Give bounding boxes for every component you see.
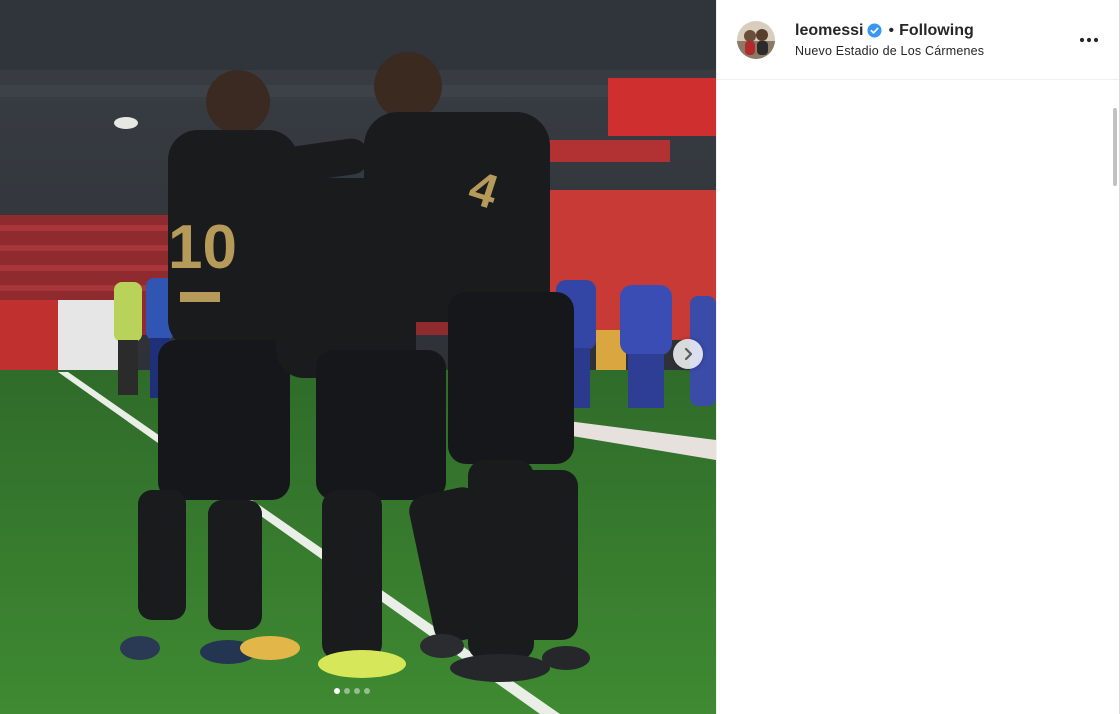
carousel-dot — [364, 688, 370, 694]
verified-badge-icon — [867, 23, 883, 38]
post-dialog: 10 4 leomessi • Following Nuevo Estadio … — [0, 0, 1120, 714]
carousel-next-button[interactable] — [673, 339, 703, 369]
post-sidebar: leomessi • Following Nuevo Estadio de Lo… — [716, 0, 1120, 714]
avatar[interactable] — [737, 20, 775, 59]
location-link[interactable]: Nuevo Estadio de Los Cármenes — [795, 44, 1077, 58]
scrollbar-thumb[interactable] — [1113, 108, 1117, 186]
avatar-image — [737, 20, 775, 59]
post-photo: 10 4 — [0, 0, 716, 714]
comments-area[interactable] — [717, 81, 1119, 714]
carousel-dot — [354, 688, 360, 694]
more-options-button[interactable] — [1077, 28, 1101, 52]
carousel-indicator — [334, 688, 370, 694]
post-header: leomessi • Following Nuevo Estadio de Lo… — [717, 0, 1119, 80]
carousel-dot — [344, 688, 350, 694]
carousel-dot — [334, 688, 340, 694]
author-line: leomessi • Following — [795, 22, 1077, 40]
more-options-icon — [1079, 37, 1099, 42]
author-info: leomessi • Following Nuevo Estadio de Lo… — [795, 22, 1077, 58]
separator-dot: • — [888, 21, 895, 39]
following-button[interactable]: Following — [899, 22, 974, 40]
post-media[interactable]: 10 4 — [0, 0, 716, 714]
svg-text:10: 10 — [168, 213, 237, 282]
chevron-right-icon — [684, 347, 693, 361]
username-link[interactable]: leomessi — [795, 22, 863, 40]
